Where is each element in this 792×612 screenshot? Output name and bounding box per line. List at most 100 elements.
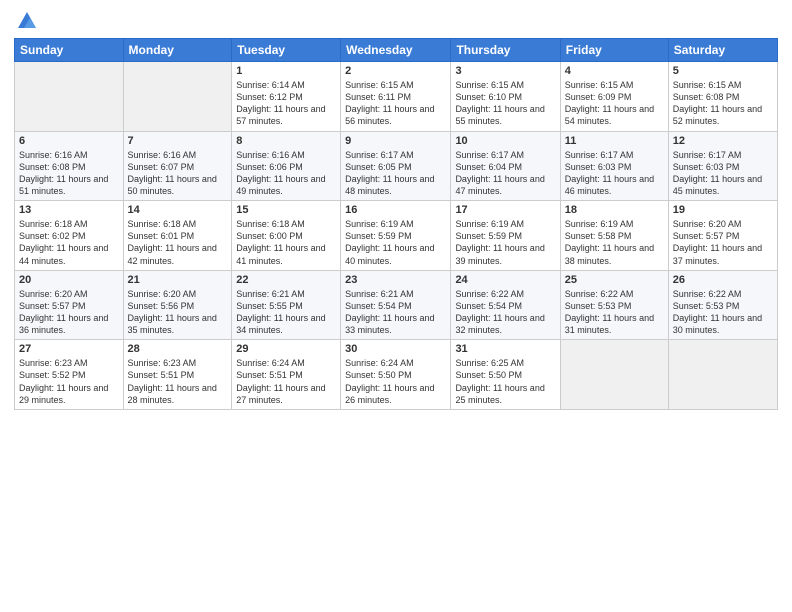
day-number: 2: [345, 65, 446, 77]
cell-info: Sunrise: 6:20 AM Sunset: 5:57 PM Dayligh…: [19, 288, 119, 337]
day-number: 25: [565, 274, 664, 286]
calendar-cell: 22 Sunrise: 6:21 AM Sunset: 5:55 PM Dayli…: [232, 270, 341, 340]
cell-info: Sunrise: 6:24 AM Sunset: 5:50 PM Dayligh…: [345, 357, 446, 406]
calendar-week-row: 13 Sunrise: 6:18 AM Sunset: 6:02 PM Dayli…: [15, 201, 778, 271]
calendar-cell: 21 Sunrise: 6:20 AM Sunset: 5:56 PM Dayli…: [123, 270, 232, 340]
calendar-cell: [15, 62, 124, 132]
day-number: 22: [236, 274, 336, 286]
day-number: 7: [128, 135, 228, 147]
calendar-cell: 10 Sunrise: 6:17 AM Sunset: 6:04 PM Dayli…: [451, 131, 560, 201]
day-number: 29: [236, 343, 336, 355]
calendar-cell: 1Sunrise: 6:14 AM Sunset: 6:12 PM Daylig…: [232, 62, 341, 132]
cell-info: Sunrise: 6:20 AM Sunset: 5:56 PM Dayligh…: [128, 288, 228, 337]
calendar-week-row: 20Sunrise: 6:20 AM Sunset: 5:57 PM Dayli…: [15, 270, 778, 340]
day-number: 6: [19, 135, 119, 147]
day-number: 26: [673, 274, 773, 286]
cell-info: Sunrise: 6:18 AM Sunset: 6:01 PM Dayligh…: [128, 218, 228, 267]
cell-info: Sunrise: 6:18 AM Sunset: 6:02 PM Dayligh…: [19, 218, 119, 267]
weekday-header: Thursday: [451, 39, 560, 62]
cell-info: Sunrise: 6:20 AM Sunset: 5:57 PM Dayligh…: [673, 218, 773, 267]
calendar-cell: 15 Sunrise: 6:18 AM Sunset: 6:00 PM Dayli…: [232, 201, 341, 271]
cell-info: Sunrise: 6:21 AM Sunset: 5:55 PM Dayligh…: [236, 288, 336, 337]
calendar-cell: [560, 340, 668, 410]
day-number: 14: [128, 204, 228, 216]
day-number: 16: [345, 204, 446, 216]
calendar-cell: 25 Sunrise: 6:22 AM Sunset: 5:53 PM Dayli…: [560, 270, 668, 340]
calendar-cell: 7 Sunrise: 6:16 AM Sunset: 6:07 PM Daylig…: [123, 131, 232, 201]
day-number: 23: [345, 274, 446, 286]
day-number: 15: [236, 204, 336, 216]
cell-info: Sunrise: 6:19 AM Sunset: 5:58 PM Dayligh…: [565, 218, 664, 267]
day-number: 19: [673, 204, 773, 216]
day-number: 1: [236, 65, 336, 77]
calendar-cell: 9Sunrise: 6:17 AM Sunset: 6:05 PM Daylig…: [341, 131, 451, 201]
day-number: 3: [455, 65, 555, 77]
calendar-week-row: 1Sunrise: 6:14 AM Sunset: 6:12 PM Daylig…: [15, 62, 778, 132]
day-number: 17: [455, 204, 555, 216]
logo: [14, 10, 38, 32]
cell-info: Sunrise: 6:17 AM Sunset: 6:03 PM Dayligh…: [673, 149, 773, 198]
calendar-cell: 11 Sunrise: 6:17 AM Sunset: 6:03 PM Dayli…: [560, 131, 668, 201]
day-number: 27: [19, 343, 119, 355]
day-number: 13: [19, 204, 119, 216]
cell-info: Sunrise: 6:25 AM Sunset: 5:50 PM Dayligh…: [455, 357, 555, 406]
logo-icon: [16, 10, 38, 32]
calendar-cell: 8 Sunrise: 6:16 AM Sunset: 6:06 PM Daylig…: [232, 131, 341, 201]
calendar-cell: 17 Sunrise: 6:19 AM Sunset: 5:59 PM Dayli…: [451, 201, 560, 271]
day-number: 28: [128, 343, 228, 355]
day-number: 5: [673, 65, 773, 77]
day-number: 30: [345, 343, 446, 355]
calendar-cell: 14 Sunrise: 6:18 AM Sunset: 6:01 PM Dayli…: [123, 201, 232, 271]
calendar-cell: 4 Sunrise: 6:15 AM Sunset: 6:09 PM Daylig…: [560, 62, 668, 132]
calendar-cell: [123, 62, 232, 132]
calendar-table: SundayMondayTuesdayWednesdayThursdayFrid…: [14, 38, 778, 410]
weekday-header: Saturday: [668, 39, 777, 62]
day-number: 31: [455, 343, 555, 355]
cell-info: Sunrise: 6:18 AM Sunset: 6:00 PM Dayligh…: [236, 218, 336, 267]
calendar-cell: 18 Sunrise: 6:19 AM Sunset: 5:58 PM Dayli…: [560, 201, 668, 271]
cell-info: Sunrise: 6:21 AM Sunset: 5:54 PM Dayligh…: [345, 288, 446, 337]
calendar-cell: 2 Sunrise: 6:15 AM Sunset: 6:11 PM Daylig…: [341, 62, 451, 132]
calendar-week-row: 27 Sunrise: 6:23 AM Sunset: 5:52 PM Dayli…: [15, 340, 778, 410]
cell-info: Sunrise: 6:16 AM Sunset: 6:07 PM Dayligh…: [128, 149, 228, 198]
calendar-cell: 20Sunrise: 6:20 AM Sunset: 5:57 PM Dayli…: [15, 270, 124, 340]
cell-info: Sunrise: 6:22 AM Sunset: 5:54 PM Dayligh…: [455, 288, 555, 337]
cell-info: Sunrise: 6:23 AM Sunset: 5:52 PM Dayligh…: [19, 357, 119, 406]
day-number: 21: [128, 274, 228, 286]
weekday-header: Wednesday: [341, 39, 451, 62]
calendar-cell: [668, 340, 777, 410]
cell-info: Sunrise: 6:17 AM Sunset: 6:04 PM Dayligh…: [455, 149, 555, 198]
weekday-header: Tuesday: [232, 39, 341, 62]
calendar-cell: 23 Sunrise: 6:21 AM Sunset: 5:54 PM Dayli…: [341, 270, 451, 340]
weekday-header-row: SundayMondayTuesdayWednesdayThursdayFrid…: [15, 39, 778, 62]
cell-info: Sunrise: 6:16 AM Sunset: 6:06 PM Dayligh…: [236, 149, 336, 198]
day-number: 8: [236, 135, 336, 147]
calendar-cell: 5Sunrise: 6:15 AM Sunset: 6:08 PM Daylig…: [668, 62, 777, 132]
calendar-cell: 16Sunrise: 6:19 AM Sunset: 5:59 PM Dayli…: [341, 201, 451, 271]
weekday-header: Monday: [123, 39, 232, 62]
cell-info: Sunrise: 6:22 AM Sunset: 5:53 PM Dayligh…: [565, 288, 664, 337]
day-number: 24: [455, 274, 555, 286]
day-number: 4: [565, 65, 664, 77]
cell-info: Sunrise: 6:24 AM Sunset: 5:51 PM Dayligh…: [236, 357, 336, 406]
calendar-cell: 12 Sunrise: 6:17 AM Sunset: 6:03 PM Dayli…: [668, 131, 777, 201]
cell-info: Sunrise: 6:17 AM Sunset: 6:03 PM Dayligh…: [565, 149, 664, 198]
day-number: 9: [345, 135, 446, 147]
day-number: 12: [673, 135, 773, 147]
calendar-cell: 30 Sunrise: 6:24 AM Sunset: 5:50 PM Dayli…: [341, 340, 451, 410]
calendar-cell: 6Sunrise: 6:16 AM Sunset: 6:08 PM Daylig…: [15, 131, 124, 201]
day-number: 10: [455, 135, 555, 147]
day-number: 18: [565, 204, 664, 216]
header: [14, 10, 778, 32]
calendar-cell: 27 Sunrise: 6:23 AM Sunset: 5:52 PM Dayli…: [15, 340, 124, 410]
cell-info: Sunrise: 6:22 AM Sunset: 5:53 PM Dayligh…: [673, 288, 773, 337]
day-number: 11: [565, 135, 664, 147]
calendar-container: SundayMondayTuesdayWednesdayThursdayFrid…: [0, 0, 792, 612]
calendar-cell: 24 Sunrise: 6:22 AM Sunset: 5:54 PM Dayli…: [451, 270, 560, 340]
cell-info: Sunrise: 6:19 AM Sunset: 5:59 PM Dayligh…: [455, 218, 555, 267]
cell-info: Sunrise: 6:15 AM Sunset: 6:11 PM Dayligh…: [345, 79, 446, 128]
cell-info: Sunrise: 6:15 AM Sunset: 6:10 PM Dayligh…: [455, 79, 555, 128]
cell-info: Sunrise: 6:15 AM Sunset: 6:09 PM Dayligh…: [565, 79, 664, 128]
calendar-cell: 19 Sunrise: 6:20 AM Sunset: 5:57 PM Dayli…: [668, 201, 777, 271]
calendar-cell: 31 Sunrise: 6:25 AM Sunset: 5:50 PM Dayli…: [451, 340, 560, 410]
